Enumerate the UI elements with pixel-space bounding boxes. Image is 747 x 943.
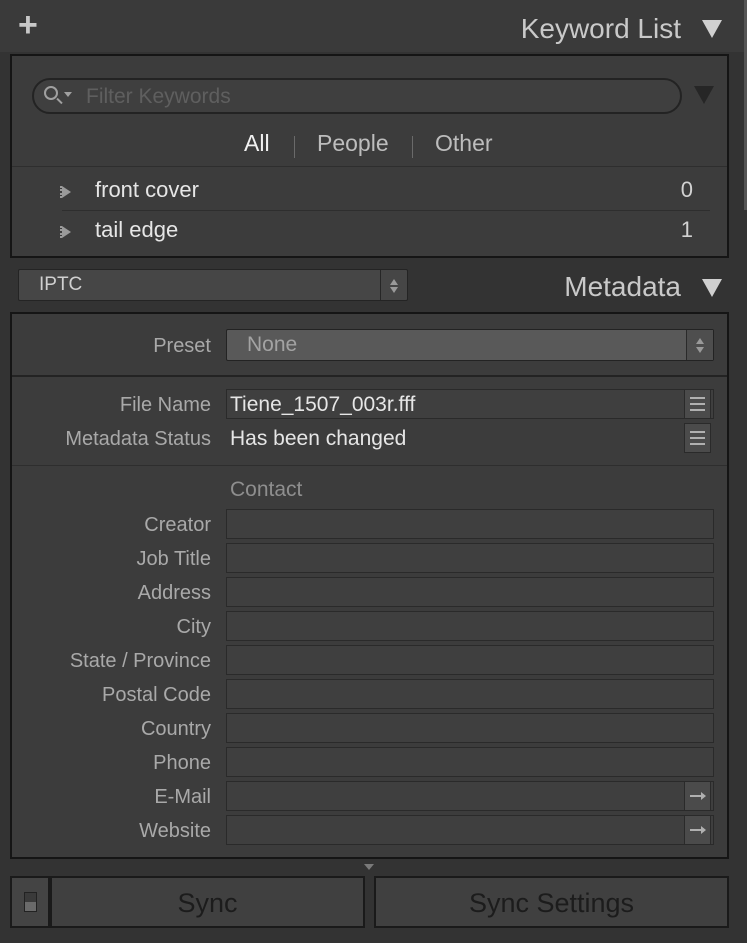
stepper-icon[interactable] [380,270,407,300]
postal-code-field[interactable] [226,679,714,709]
file-name-list-button[interactable] [684,389,711,419]
expand-triangle-icon[interactable] [60,186,71,198]
creator-field[interactable] [226,509,714,539]
tab-divider [412,136,413,158]
sync-settings-button[interactable]: Sync Settings [374,876,729,928]
sync-button[interactable]: Sync [50,876,365,928]
expand-triangle-icon[interactable] [60,226,71,238]
sync-settings-button-label: Sync Settings [468,888,635,918]
job-title-field[interactable] [226,543,714,573]
arrow-right-icon [690,792,706,800]
metadata-status-value: Has been changed [230,427,407,450]
tab-other[interactable]: Other [435,128,493,158]
keyword-list-title[interactable]: Keyword List [521,12,681,46]
filter-keywords-input[interactable] [84,82,668,112]
email-label: E-Mail [154,786,211,808]
country-field[interactable] [226,713,714,743]
address-field[interactable] [226,577,714,607]
tab-all[interactable]: All [244,128,270,158]
city-label: City [176,616,211,638]
website-label: Website [139,820,211,842]
metadata-title[interactable]: Metadata [564,270,681,304]
contact-heading: Contact [230,478,303,501]
divider [12,166,727,167]
keyword-count: 0 [680,177,693,202]
keyword-name: tail edge [95,217,179,242]
website-field[interactable] [226,815,714,845]
sync-button-label: Sync [177,888,238,918]
auto-sync-toggle[interactable] [10,876,50,928]
keyword-tabs: All People Other [12,128,727,158]
preset-value: None [247,333,298,356]
keyword-count: 1 [680,217,693,242]
list-icon [690,431,705,445]
job-title-label: Job Title [136,548,211,570]
metadata-view-select[interactable]: IPTC [18,269,408,301]
metadata-status-list-button[interactable] [684,423,711,453]
website-go-button[interactable] [684,815,711,845]
divider [12,465,727,466]
keyword-row[interactable]: tail edge 1 [12,212,727,252]
keyword-row[interactable]: front cover 0 [12,172,727,212]
tab-people[interactable]: People [317,128,389,158]
add-keyword-plus-icon[interactable]: + [18,8,38,42]
address-label: Address [137,582,211,604]
keyword-list-panel: All People Other front cover 0 tail edge… [10,54,729,258]
tab-divider [294,136,295,158]
metadata-status-label: Metadata Status [65,428,211,450]
file-name-value: Tiene_1507_003r.fff [230,393,416,416]
state-province-field[interactable] [226,645,714,675]
stepper-icon[interactable] [686,330,713,360]
country-label: Country [140,718,211,740]
search-options-chevron-icon[interactable] [64,92,72,97]
email-go-button[interactable] [684,781,711,811]
creator-label: Creator [144,514,211,536]
postal-code-label: Postal Code [102,684,211,706]
metadata-panel: Preset None File Name Tiene_1507_003r.ff… [10,312,729,859]
keyword-list-header[interactable]: + Keyword List [0,0,747,52]
switch-icon [24,892,37,912]
preset-label: Preset [153,335,211,357]
filter-menu-triangle-icon[interactable] [694,86,714,104]
divider [62,210,710,211]
preset-select[interactable]: None [226,329,714,361]
filter-keywords-field[interactable] [32,78,682,114]
panel-end-triangle-icon [364,864,374,870]
metadata-view-value: IPTC [39,274,83,295]
search-icon-handle [56,97,63,105]
phone-field[interactable] [226,747,714,777]
email-field[interactable] [226,781,714,811]
collapse-triangle-icon[interactable] [702,20,722,38]
file-name-label: File Name [119,394,211,416]
keyword-name: front cover [95,177,199,202]
divider [12,375,727,377]
state-province-label: State / Province [69,650,211,672]
arrow-right-icon [690,826,706,834]
city-field[interactable] [226,611,714,641]
list-icon [690,397,705,411]
phone-label: Phone [153,752,211,774]
collapse-triangle-icon[interactable] [702,279,722,297]
